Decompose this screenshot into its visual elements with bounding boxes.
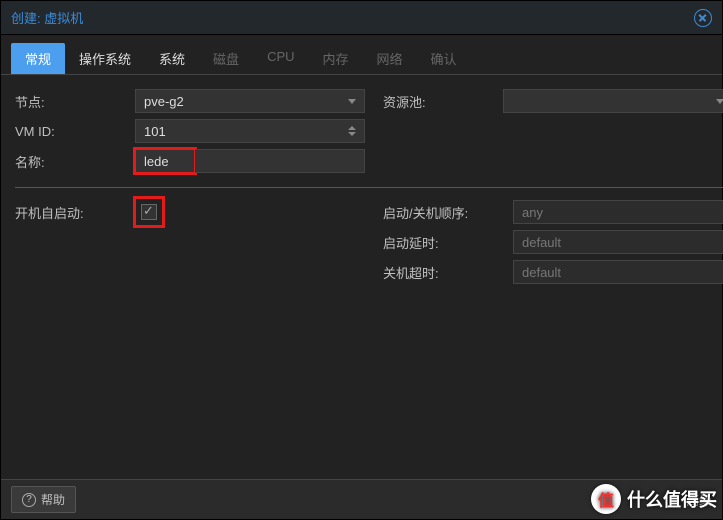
vmid-label: VM ID: (15, 124, 135, 139)
bottombar: ? 帮助 高级 (1, 479, 722, 519)
tab-confirm: 确认 (417, 43, 471, 74)
form-body: 节点: pve-g2 VM ID: 101 名称: (1, 75, 722, 479)
tab-os[interactable]: 操作系统 (65, 43, 145, 74)
shutdown-timeout-label: 关机超时: (383, 263, 513, 282)
startboot-checkbox[interactable] (141, 204, 157, 220)
order-label: 启动/关机顺序: (383, 203, 513, 222)
section-divider (15, 187, 723, 188)
advanced-toggle-label[interactable]: 高级 (686, 490, 712, 509)
chevron-down-icon (348, 99, 356, 104)
pool-select[interactable] (503, 89, 723, 113)
spinner-icon (348, 126, 356, 136)
order-input[interactable]: any (513, 200, 723, 224)
shutdown-timeout-input[interactable]: default (513, 260, 723, 284)
name-input-tail[interactable] (195, 149, 365, 173)
startup-delay-input[interactable]: default (513, 230, 723, 254)
help-button[interactable]: ? 帮助 (11, 486, 76, 513)
startboot-label: 开机自启动: (15, 203, 135, 222)
node-label: 节点: (15, 92, 135, 111)
node-select[interactable]: pve-g2 (135, 89, 365, 113)
tab-cpu: CPU (253, 43, 308, 74)
startup-delay-label: 启动延时: (383, 233, 513, 252)
tab-memory: 内存 (309, 43, 363, 74)
tab-disk: 磁盘 (199, 43, 253, 74)
name-input[interactable]: lede (135, 149, 195, 173)
close-icon[interactable] (694, 9, 712, 27)
chevron-down-icon (716, 99, 723, 104)
create-vm-dialog: 创建: 虚拟机 常规 操作系统 系统 磁盘 CPU 内存 网络 确认 节点: p… (0, 0, 723, 520)
tab-system[interactable]: 系统 (145, 43, 199, 74)
wizard-tabs: 常规 操作系统 系统 磁盘 CPU 内存 网络 确认 (1, 35, 722, 75)
vmid-input[interactable]: 101 (135, 119, 365, 143)
dialog-title: 创建: 虚拟机 (11, 8, 83, 27)
pool-label: 资源池: (383, 92, 503, 111)
tab-network: 网络 (363, 43, 417, 74)
help-icon: ? (22, 493, 36, 507)
titlebar: 创建: 虚拟机 (1, 1, 722, 35)
startboot-checkbox-wrap (135, 198, 163, 226)
tab-general[interactable]: 常规 (11, 43, 65, 74)
name-label: 名称: (15, 152, 135, 171)
